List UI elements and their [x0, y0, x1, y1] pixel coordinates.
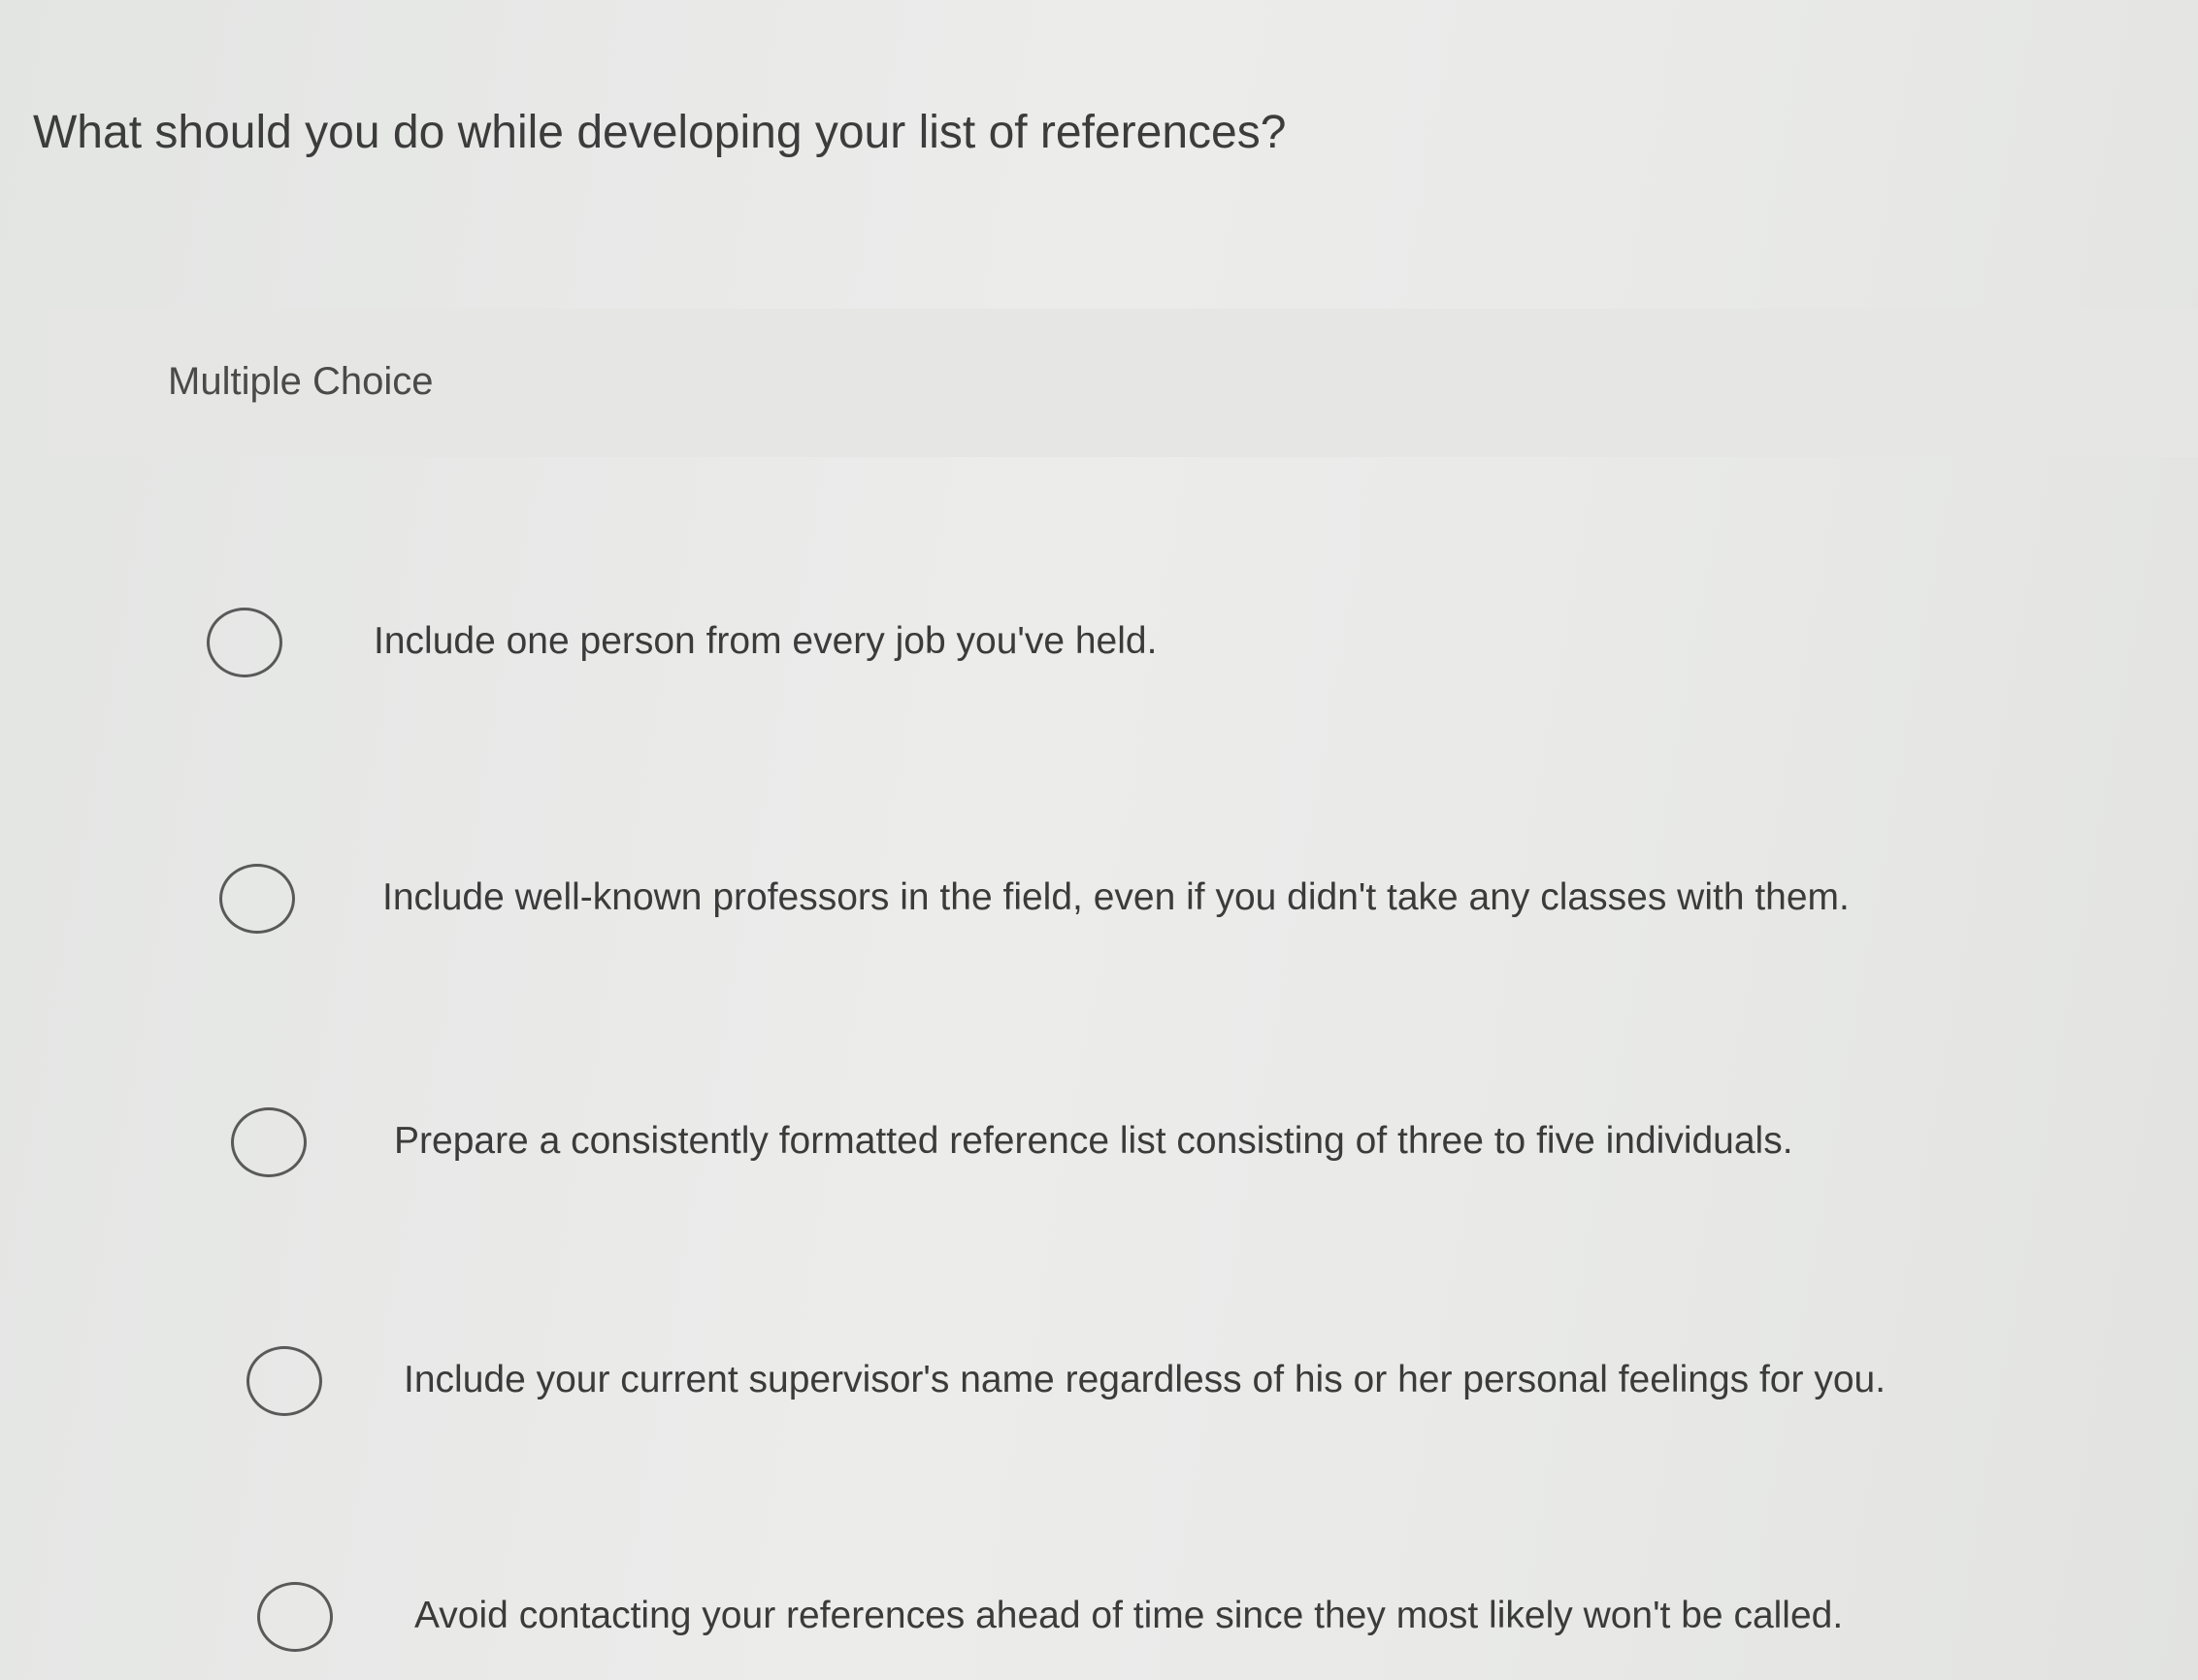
answer-option-label: Prepare a consistently formatted referen… [394, 1120, 1793, 1162]
answer-option-label: Include one person from every job you've… [374, 620, 1158, 662]
answer-option-label: Include well-known professors in the fie… [382, 876, 1850, 918]
answer-option-label: Avoid contacting your references ahead o… [414, 1595, 1844, 1636]
radio-button-icon[interactable] [246, 1346, 322, 1416]
question-type-label: Multiple Choice [168, 360, 434, 403]
radio-button-icon[interactable] [257, 1582, 333, 1652]
question-text: What should you do while developing your… [33, 107, 1287, 158]
radio-button-icon[interactable] [231, 1107, 307, 1177]
radio-button-icon[interactable] [219, 864, 295, 934]
question-type-banner: Multiple Choice [49, 309, 2198, 457]
radio-button-icon[interactable] [207, 608, 282, 677]
answer-option-label: Include your current supervisor's name r… [404, 1359, 1886, 1400]
